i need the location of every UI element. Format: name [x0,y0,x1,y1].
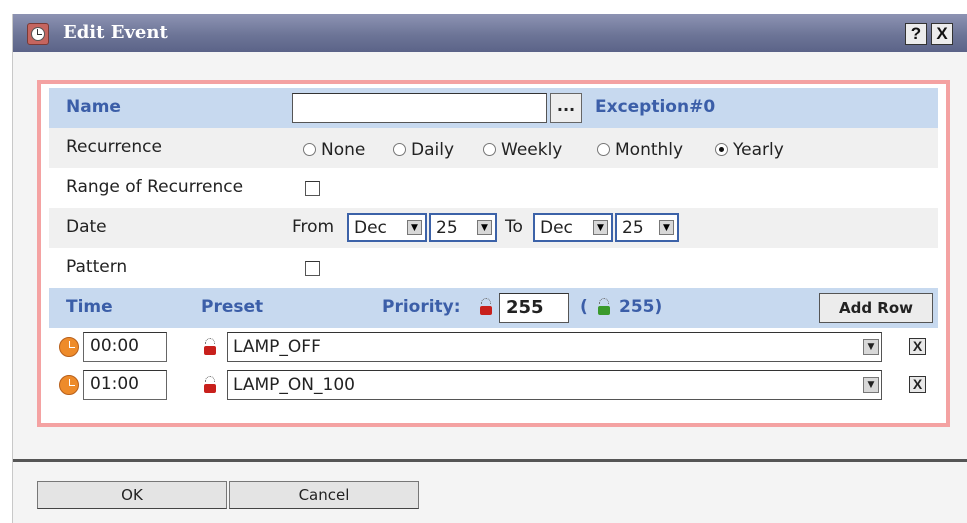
priority-red-icon [203,338,217,356]
radio-none[interactable] [303,143,316,156]
exception-label: Exception#0 [595,97,716,117]
from-day-value: 25 [436,218,458,238]
priority-label: Priority: [382,297,461,317]
preset-value: LAMP_ON_100 [233,375,355,395]
time-input[interactable]: 00:00 [83,332,167,362]
from-label: From [292,217,335,237]
chevron-down-icon[interactable]: ▼ [863,339,879,355]
add-row-button[interactable]: Add Row [819,293,933,323]
schedule-header-row: Time Preset Priority: 255 ( 255) Add Row [49,288,938,328]
clock-icon [27,23,49,45]
footer-divider [13,459,967,462]
delete-row-button[interactable]: X [909,338,926,355]
radio-daily[interactable] [393,143,406,156]
pattern-row: Pattern [49,248,938,288]
radio-monthly-label: Monthly [615,140,684,160]
date-label: Date [66,217,107,237]
clock-icon[interactable] [59,337,79,357]
from-day-select[interactable]: 25 ▼ [429,213,497,242]
radio-weekly[interactable] [483,143,496,156]
name-row: Name ... Exception#0 [49,88,938,128]
to-day-select[interactable]: 25 ▼ [615,213,679,242]
cancel-button[interactable]: Cancel [229,481,419,509]
priority-green-icon [597,298,611,316]
chevron-down-icon[interactable]: ▼ [407,220,422,235]
pattern-label: Pattern [66,257,128,277]
recurrence-option-weekly[interactable]: Weekly [483,140,562,160]
recurrence-option-daily[interactable]: Daily [393,140,454,160]
schedule-row: 00:00 LAMP_OFF ▼ X [49,328,938,366]
help-button[interactable]: ? [905,23,927,45]
range-row: Range of Recurrence [49,168,938,208]
from-month-select[interactable]: Dec ▼ [347,213,427,242]
radio-yearly[interactable] [715,143,728,156]
radio-weekly-label: Weekly [501,140,563,160]
priority-paren-open: ( [580,297,588,317]
radio-daily-label: Daily [411,140,455,160]
priority-red-icon [479,298,493,316]
schedule-row: 01:00 LAMP_ON_100 ▼ X [49,366,938,404]
name-label: Name [66,97,121,117]
radio-yearly-label: Yearly [733,140,784,160]
priority-red-icon [203,376,217,394]
clock-icon[interactable] [59,375,79,395]
recurrence-option-yearly[interactable]: Yearly [715,140,784,160]
date-row: Date From Dec ▼ 25 ▼ To Dec ▼ 25 ▼ [49,208,938,248]
range-checkbox[interactable] [305,181,320,196]
dialog-title: Edit Event [63,22,168,43]
delete-row-button[interactable]: X [909,376,926,393]
to-label: To [505,217,523,237]
preset-select[interactable]: LAMP_OFF ▼ [227,332,882,362]
time-input[interactable]: 01:00 [83,370,167,400]
from-month-value: Dec [354,218,387,238]
chevron-down-icon[interactable]: ▼ [477,220,492,235]
preset-header: Preset [201,297,264,317]
recurrence-label: Recurrence [66,137,162,157]
chevron-down-icon[interactable]: ▼ [593,220,608,235]
chevron-down-icon[interactable]: ▼ [863,377,879,393]
priority-effective-value: 255) [619,297,663,317]
radio-none-label: None [321,140,366,160]
recurrence-option-monthly[interactable]: Monthly [597,140,683,160]
to-day-value: 25 [622,218,644,238]
chevron-down-icon[interactable]: ▼ [659,220,674,235]
recurrence-row: Recurrence None Daily Weekly Monthly Yea… [49,128,938,168]
radio-monthly[interactable] [597,143,610,156]
browse-button[interactable]: ... [550,93,582,123]
name-input[interactable] [292,93,547,123]
time-header: Time [66,297,113,317]
close-button[interactable]: X [931,23,953,45]
pattern-checkbox[interactable] [305,261,320,276]
preset-select[interactable]: LAMP_ON_100 ▼ [227,370,882,400]
range-label: Range of Recurrence [66,177,244,197]
to-month-value: Dec [540,218,573,238]
priority-input[interactable]: 255 [499,293,569,323]
to-month-select[interactable]: Dec ▼ [533,213,613,242]
edit-event-dialog: Edit Event ? X Name ... Exception#0 Recu… [12,14,967,523]
ok-button[interactable]: OK [37,481,227,509]
preset-value: LAMP_OFF [233,337,321,357]
title-bar: Edit Event ? X [13,14,967,52]
recurrence-option-none[interactable]: None [303,140,365,160]
event-form-panel: Name ... Exception#0 Recurrence None Dai… [37,80,950,427]
